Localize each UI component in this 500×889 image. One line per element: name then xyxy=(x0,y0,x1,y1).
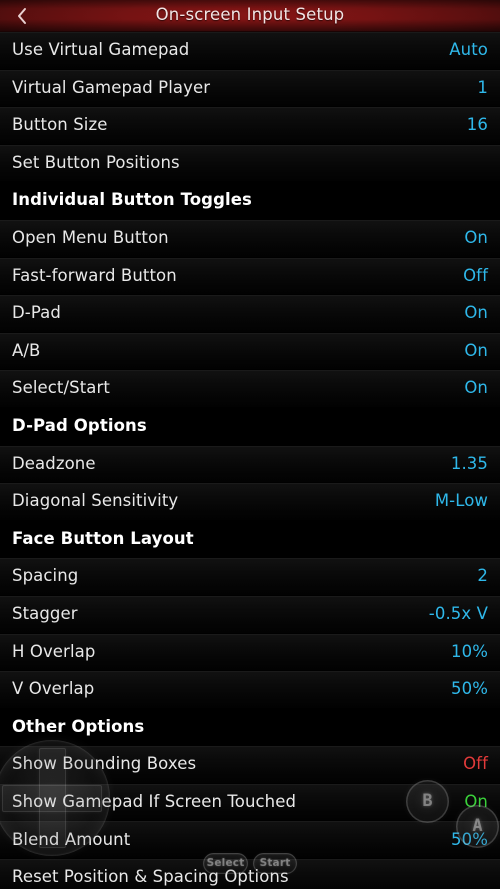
section-header-face-button-layout: Face Button Layout xyxy=(0,520,500,559)
settings-row-deadzone[interactable]: Deadzone 1.35 xyxy=(0,445,500,484)
settings-row-set-button-positions[interactable]: Set Button Positions xyxy=(0,144,500,183)
settings-row-label: Spacing xyxy=(12,566,79,586)
settings-row-label: V Overlap xyxy=(12,679,95,699)
settings-row-label: Virtual Gamepad Player xyxy=(12,77,211,97)
back-button[interactable] xyxy=(0,0,44,32)
settings-row-value[interactable]: On xyxy=(464,342,488,360)
settings-row-open-menu-button[interactable]: Open Menu Button On xyxy=(0,219,500,258)
settings-row-d-pad[interactable]: D-Pad On xyxy=(0,295,500,333)
page-title: On-screen Input Setup xyxy=(155,5,345,25)
section-header-label: Individual Button Toggles xyxy=(12,190,252,210)
settings-row-diagonal-sensitivity[interactable]: Diagonal Sensitivity M-Low xyxy=(0,483,500,521)
settings-row-value[interactable]: 2 xyxy=(477,568,488,585)
settings-row-select-start[interactable]: Select/Start On xyxy=(0,370,500,408)
settings-row-stagger[interactable]: Stagger -0.5x V xyxy=(0,595,500,634)
settings-row-a-b[interactable]: A/B On xyxy=(0,332,500,371)
settings-row-value[interactable]: -0.5x V xyxy=(429,605,488,623)
settings-row-label: D-Pad xyxy=(12,303,61,323)
settings-row-label: Open Menu Button xyxy=(12,228,169,248)
settings-row-value[interactable]: 10% xyxy=(451,643,488,661)
face-button-a-label: A xyxy=(472,816,483,836)
settings-row-label: A/B xyxy=(12,340,41,360)
start-button[interactable]: Start xyxy=(253,853,297,874)
settings-row-value[interactable]: Off xyxy=(463,267,488,285)
section-header-label: Other Options xyxy=(12,716,145,736)
settings-row-fast-forward-button[interactable]: Fast-forward Button Off xyxy=(0,257,500,296)
on-screen-input-setup-screen: On-screen Input Setup Use Virtual Gamepa… xyxy=(0,0,500,889)
face-button-b[interactable]: B xyxy=(406,780,449,823)
section-header-other-options: Other Options xyxy=(0,708,500,747)
settings-row-value[interactable]: On xyxy=(464,230,488,247)
settings-row-label: Deadzone xyxy=(12,453,96,473)
face-button-a[interactable]: A xyxy=(456,805,499,848)
settings-row-h-overlap[interactable]: H Overlap 10% xyxy=(0,633,500,672)
settings-row-value[interactable]: 50% xyxy=(451,681,488,698)
select-button-label: Select xyxy=(206,857,245,870)
section-header-label: Face Button Layout xyxy=(12,528,194,548)
settings-row-v-overlap[interactable]: V Overlap 50% xyxy=(0,671,500,709)
settings-row-value[interactable]: M-Low xyxy=(435,493,488,510)
settings-row-label: Fast-forward Button xyxy=(12,265,177,285)
settings-row-use-virtual-gamepad[interactable]: Use Virtual Gamepad Auto xyxy=(0,32,500,70)
settings-row-label: Reset Position & Spacing Options xyxy=(12,867,289,887)
start-button-label: Start xyxy=(259,857,291,870)
settings-row-spacing[interactable]: Spacing 2 xyxy=(0,558,500,596)
settings-row-reset-position-spacing-options[interactable]: Reset Position & Spacing Options xyxy=(0,859,500,889)
settings-row-label: Select/Start xyxy=(12,378,110,398)
section-header-label: D-Pad Options xyxy=(12,415,147,435)
settings-row-label: Set Button Positions xyxy=(12,152,180,172)
settings-row-value[interactable]: Auto xyxy=(449,42,488,59)
settings-row-label: Stagger xyxy=(12,603,78,623)
settings-row-value[interactable]: On xyxy=(464,380,488,397)
settings-row-value[interactable]: 16 xyxy=(467,117,488,134)
section-header-d-pad-options: D-Pad Options xyxy=(0,407,500,446)
title-bar: On-screen Input Setup xyxy=(0,0,500,32)
select-button[interactable]: Select xyxy=(203,853,248,874)
settings-row-value[interactable]: 1.35 xyxy=(451,455,488,473)
settings-row-button-size[interactable]: Button Size 16 xyxy=(0,107,500,145)
settings-row-value[interactable]: On xyxy=(464,305,488,322)
settings-row-value[interactable]: Off xyxy=(463,756,488,773)
chevron-left-icon xyxy=(16,7,28,25)
settings-row-virtual-gamepad-player[interactable]: Virtual Gamepad Player 1 xyxy=(0,69,500,108)
face-button-b-label: B xyxy=(422,791,433,811)
settings-row-value[interactable]: 1 xyxy=(477,79,488,97)
settings-row-label: Diagonal Sensitivity xyxy=(12,491,179,511)
settings-row-label: Button Size xyxy=(12,115,108,135)
settings-row-label: H Overlap xyxy=(12,641,96,661)
section-header-individual-button-toggles: Individual Button Toggles xyxy=(0,182,500,220)
settings-row-label: Use Virtual Gamepad xyxy=(12,40,190,60)
